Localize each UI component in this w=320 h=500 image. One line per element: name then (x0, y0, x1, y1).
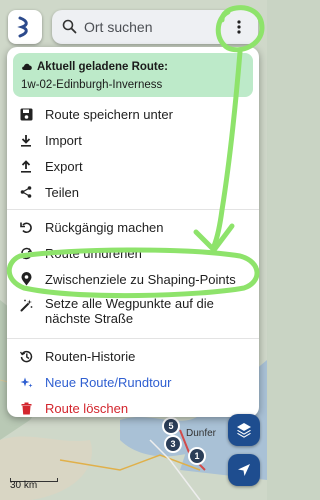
map-scale-label: 30 km (10, 480, 38, 491)
logo-icon (17, 16, 28, 38)
route-waypoint-pin[interactable]: 5 (164, 419, 178, 433)
menu-item-reverse-route[interactable]: Route umdrehen (7, 240, 259, 266)
search-placeholder: Ort suchen (84, 19, 153, 35)
menu-item-undo[interactable]: Rückgängig machen (7, 214, 259, 240)
upload-icon (19, 159, 33, 173)
cloud-icon (21, 58, 33, 76)
route-options-menu: Aktuell geladene Route: 1w-02-Edinburgh-… (7, 47, 259, 417)
trash-icon (19, 401, 33, 415)
menu-item-snap-to-road[interactable]: Setze alle Wegpunkte auf die nächste Str… (7, 292, 259, 334)
route-waypoint-pin[interactable]: 3 (166, 437, 180, 451)
location-pin-icon (19, 272, 33, 286)
reverse-icon (19, 246, 33, 260)
route-waypoint-pin[interactable]: 1 (190, 449, 204, 463)
menu-item-delete-route[interactable]: Route löschen (7, 395, 259, 417)
search-icon (62, 19, 77, 39)
more-options-button[interactable] (222, 10, 256, 44)
locate-me-button[interactable] (228, 454, 260, 486)
menu-item-label: Export (45, 158, 83, 174)
menu-item-share[interactable]: Teilen (7, 179, 259, 205)
menu-item-label: Neue Route/Rundtour (45, 374, 172, 390)
share-icon (19, 185, 33, 199)
more-vert-icon (237, 20, 241, 34)
app-logo[interactable] (8, 10, 42, 44)
menu-item-save-route[interactable]: Route speichern unter (7, 101, 259, 127)
route-info-title: Aktuell geladene Route: (37, 61, 168, 73)
menu-divider (7, 209, 259, 210)
menu-item-label: Route umdrehen (45, 245, 142, 261)
sparkle-icon (19, 375, 33, 389)
menu-item-label: Route speichern unter (45, 106, 173, 122)
download-icon (19, 133, 33, 147)
map-place-label: Dunfer (186, 428, 217, 439)
menu-item-import[interactable]: Import (7, 127, 259, 153)
menu-item-label: Import (45, 132, 82, 148)
menu-item-history[interactable]: Routen-Historie (7, 343, 259, 369)
loaded-route-info: Aktuell geladene Route: 1w-02-Edinburgh-… (13, 53, 253, 97)
save-icon (19, 107, 33, 121)
menu-item-label: Route löschen (45, 400, 129, 416)
menu-item-label: Routen-Historie (45, 348, 136, 364)
undo-icon (19, 220, 33, 234)
route-info-name: 1w-02-Edinburgh-Inverness (21, 79, 163, 91)
menu-item-label: Zwischenziele zu Shaping-Points (45, 271, 236, 287)
menu-item-shaping-points[interactable]: Zwischenziele zu Shaping-Points (7, 266, 259, 292)
navigation-arrow-icon (238, 464, 250, 476)
layers-button[interactable] (228, 414, 260, 446)
menu-item-new-route[interactable]: Neue Route/Rundtour (7, 369, 259, 395)
magic-wand-icon (19, 298, 33, 312)
menu-item-label: Setze alle Wegpunkte auf die nächste Str… (45, 296, 214, 326)
menu-item-label: Teilen (45, 184, 79, 200)
menu-item-label: Rückgängig machen (45, 219, 164, 235)
history-icon (19, 349, 33, 363)
menu-item-export[interactable]: Export (7, 153, 259, 179)
menu-divider (7, 338, 259, 339)
layers-icon (237, 423, 251, 438)
